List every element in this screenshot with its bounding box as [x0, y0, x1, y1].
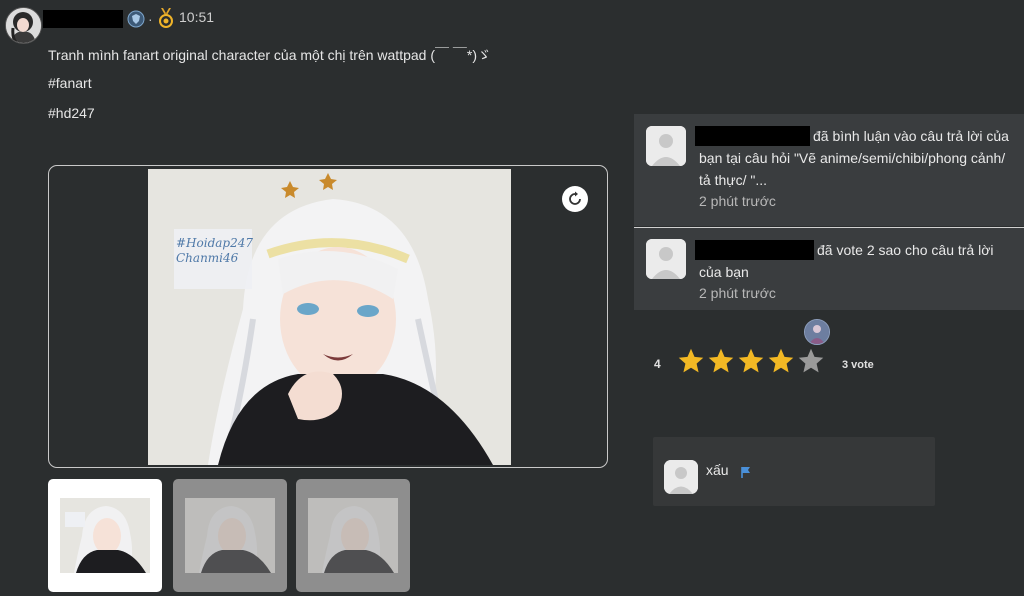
- star-icon[interactable]: [797, 347, 825, 375]
- redacted-username: [43, 10, 123, 28]
- thumbnail-image: [308, 498, 398, 573]
- notification-text: đã vote 2 sao cho câu trả lời của bạn: [699, 242, 994, 280]
- star-icon[interactable]: [767, 347, 795, 375]
- notification-item[interactable]: đã bình luận vào câu trả lời của bạn tại…: [634, 114, 1024, 226]
- thumbnail-1[interactable]: [48, 479, 162, 592]
- voter-avatar[interactable]: [804, 319, 830, 345]
- notification-item[interactable]: đã vote 2 sao cho câu trả lời của bạn 2 …: [634, 228, 1024, 310]
- default-avatar-icon: [646, 126, 686, 166]
- artwork-image[interactable]: [148, 169, 511, 465]
- notification-time: 2 phút trước: [699, 193, 776, 209]
- notification-time: 2 phút trước: [699, 285, 776, 301]
- hashtag-fanart[interactable]: #fanart: [48, 75, 92, 91]
- user-avatar[interactable]: [5, 7, 42, 44]
- image-watermark: #Hoidap247 Chanmi46: [176, 236, 254, 265]
- medal-icon: [157, 8, 175, 33]
- default-avatar-icon[interactable]: [664, 460, 698, 494]
- notification-text: đã bình luận vào câu trả lời của bạn tại…: [699, 128, 1009, 188]
- default-avatar-icon: [646, 239, 686, 279]
- comment-text: xấu: [706, 462, 729, 478]
- thumbnail-image: [185, 498, 275, 573]
- star-icon[interactable]: [677, 347, 705, 375]
- hashtag-hd247[interactable]: #hd247: [48, 105, 95, 121]
- post-text: Tranh mình fanart original character của…: [48, 47, 491, 63]
- star-rating[interactable]: [677, 347, 825, 375]
- flag-icon[interactable]: [740, 465, 752, 483]
- rotate-icon[interactable]: [562, 186, 588, 212]
- separator-dot: ·: [148, 11, 153, 27]
- thumbnail-3[interactable]: [296, 479, 410, 592]
- post-time: 10:51: [179, 9, 215, 25]
- star-icon[interactable]: [707, 347, 735, 375]
- thumbnail-2[interactable]: [173, 479, 287, 592]
- thumbnail-image: [60, 498, 150, 573]
- vote-count: 3 vote: [842, 359, 874, 371]
- star-icon[interactable]: [737, 347, 765, 375]
- shield-badge-icon: [127, 10, 145, 33]
- rating-value: 4: [654, 357, 661, 371]
